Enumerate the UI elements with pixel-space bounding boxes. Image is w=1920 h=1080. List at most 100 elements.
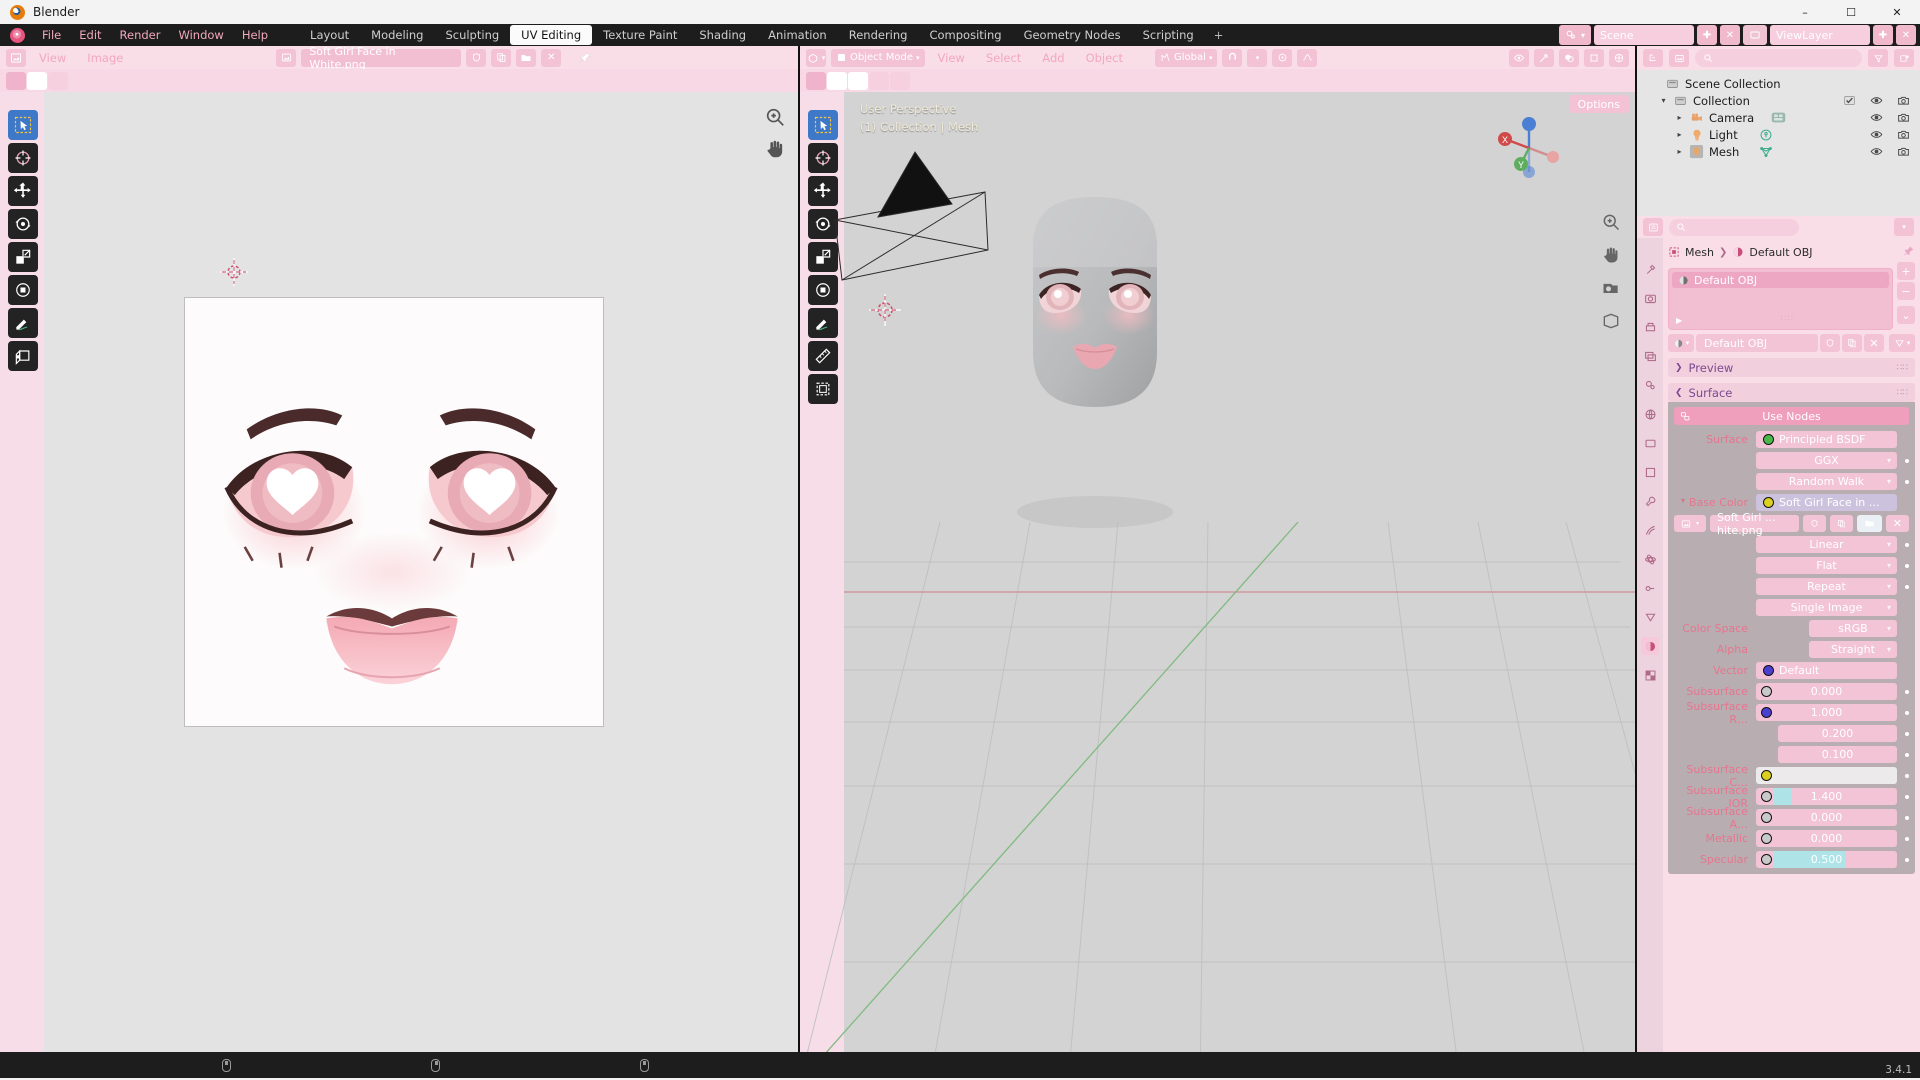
viewport-menu-select[interactable]: Select: [978, 51, 1029, 65]
outliner-row-collection[interactable]: ▾ Collection: [1637, 92, 1920, 109]
tab-data[interactable]: [1641, 608, 1659, 626]
image-name-field[interactable]: Soft Girl …hite.png: [1710, 511, 1799, 537]
workspace-tab-rendering[interactable]: Rendering: [838, 25, 919, 45]
eye-icon[interactable]: [1870, 145, 1883, 158]
grip-dots[interactable]: ∷∷: [1897, 388, 1908, 398]
extension-dropdown[interactable]: Repeat ▾: [1756, 578, 1897, 595]
uv-tool-cursor[interactable]: [8, 143, 38, 173]
slot-expand-arrow[interactable]: ▶: [1676, 316, 1682, 325]
subsurface-method-dropdown[interactable]: Random Walk ▾: [1756, 473, 1897, 490]
alpha-mode-dropdown[interactable]: Straight ▾: [1809, 641, 1897, 658]
subsurface-radius-x-field[interactable]: 1.000: [1756, 704, 1897, 721]
remove-viewlayer-button[interactable]: ✕: [1896, 25, 1916, 45]
snap-toggle-button[interactable]: [1222, 48, 1243, 67]
workspace-tab-geometry-nodes[interactable]: Geometry Nodes: [1013, 25, 1132, 45]
uv-editor-type-icon[interactable]: [6, 48, 26, 67]
distribution-dropdown[interactable]: GGX ▾: [1756, 452, 1897, 469]
face-select-button[interactable]: [848, 71, 868, 90]
show-gizmo-button[interactable]: [1534, 48, 1554, 67]
workspace-tab-texture-paint[interactable]: Texture Paint: [592, 25, 688, 45]
camera-data-icon[interactable]: [1771, 111, 1786, 125]
tab-particles[interactable]: [1641, 521, 1659, 539]
panel-surface-header[interactable]: ❮ Surface ∷∷: [1668, 383, 1915, 402]
edge-select-button[interactable]: [827, 71, 847, 90]
select-box-button[interactable]: [869, 71, 889, 90]
material-fake-user-button[interactable]: [1820, 334, 1840, 352]
interpolation-dropdown[interactable]: Linear ▾: [1756, 536, 1897, 553]
checkbox-icon[interactable]: [1843, 94, 1856, 107]
tab-collection[interactable]: [1641, 434, 1659, 452]
image-unlink-button[interactable]: ✕: [1885, 515, 1909, 532]
tab-constraints[interactable]: [1641, 579, 1659, 597]
new-scene-button[interactable]: ✚: [1697, 25, 1717, 45]
source-dropdown[interactable]: Single Image ▾: [1756, 599, 1897, 616]
tab-material[interactable]: [1641, 637, 1659, 655]
outliner-row-mesh[interactable]: ▸ Mesh: [1637, 143, 1920, 160]
menu-render[interactable]: Render: [111, 24, 170, 46]
overlays-button[interactable]: [1559, 48, 1579, 67]
outliner-row-scene-collection[interactable]: Scene Collection: [1637, 75, 1920, 92]
visibility-selectability-button[interactable]: [1509, 48, 1529, 67]
perspective-toggle-icon[interactable]: [1601, 311, 1621, 331]
outliner-row-light[interactable]: ▸ Light: [1637, 126, 1920, 143]
light-data-icon[interactable]: [1759, 128, 1774, 142]
outliner-editor-type-icon[interactable]: [1643, 49, 1663, 67]
add-workspace-button[interactable]: +: [1205, 28, 1233, 42]
material-preview-type-button[interactable]: ▾: [1889, 334, 1915, 352]
expander[interactable]: ▸: [1675, 130, 1684, 139]
uv-tool-tweak[interactable]: [8, 110, 38, 140]
tab-scene[interactable]: [1641, 376, 1659, 394]
breadcrumb-object[interactable]: Mesh: [1685, 246, 1714, 259]
uv-edge-select-button[interactable]: [27, 71, 47, 90]
material-unlink-button[interactable]: ✕: [1864, 334, 1884, 352]
uv-vertex-select-button[interactable]: [6, 71, 26, 90]
color-space-dropdown[interactable]: sRGB ▾: [1809, 620, 1897, 637]
tab-render[interactable]: [1641, 289, 1659, 307]
menu-edit[interactable]: Edit: [70, 24, 110, 46]
viewlayer-browse-button[interactable]: [1743, 25, 1767, 45]
properties-options-button[interactable]: ▾: [1894, 218, 1914, 236]
tab-modifiers[interactable]: [1641, 492, 1659, 510]
uv-menu-view[interactable]: View: [31, 51, 74, 65]
use-nodes-button[interactable]: Use Nodes: [1674, 407, 1909, 425]
viewport-menu-object[interactable]: Object: [1078, 51, 1131, 65]
object-mode-dropdown[interactable]: Object Mode ▾: [831, 48, 925, 67]
subsurface-radius-z-field[interactable]: 0.100: [1778, 746, 1897, 763]
grip-dots[interactable]: ∷∷: [1897, 363, 1908, 373]
menu-help[interactable]: Help: [233, 24, 277, 46]
xray-toggle-button[interactable]: [1584, 48, 1604, 67]
menu-file[interactable]: File: [33, 24, 70, 46]
camera-render-icon[interactable]: [1897, 94, 1910, 107]
pin-icon[interactable]: [579, 51, 592, 64]
viewport-editor-type-icon[interactable]: ▾: [806, 48, 826, 67]
projection-dropdown[interactable]: Flat ▾: [1756, 557, 1897, 574]
surface-shader-field[interactable]: Principled BSDF: [1756, 431, 1897, 448]
unlink-image-button[interactable]: ✕: [541, 48, 562, 67]
workspace-tab-sculpting[interactable]: Sculpting: [434, 25, 510, 45]
proportional-edit-button[interactable]: [1272, 48, 1293, 67]
snap-settings-dropdown[interactable]: ▾: [1247, 48, 1268, 67]
eye-icon[interactable]: [1870, 94, 1883, 107]
specular-slider[interactable]: 0.500: [1756, 851, 1897, 868]
uv-image-name-field[interactable]: Soft Girl Face in White.png: [301, 45, 462, 71]
unlink-scene-button[interactable]: ✕: [1720, 25, 1740, 45]
vector-field[interactable]: Default: [1756, 662, 1897, 679]
metallic-field[interactable]: 0.000: [1756, 830, 1897, 847]
uv-canvas[interactable]: [44, 92, 798, 1052]
viewport-select-mode-group[interactable]: [806, 71, 910, 90]
breadcrumb-material[interactable]: Default OBJ: [1749, 246, 1812, 259]
tab-tool[interactable]: [1641, 260, 1659, 278]
viewlayer-name-field[interactable]: ViewLayer: [1770, 25, 1870, 45]
chevron-down-icon[interactable]: ▾: [1681, 496, 1685, 509]
outliner-new-collection-button[interactable]: [1894, 49, 1914, 67]
uv-tool-scale[interactable]: [8, 242, 38, 272]
zoom-icon[interactable]: [1601, 212, 1621, 232]
subsurface-anisotropy-field[interactable]: 0.000: [1756, 809, 1897, 826]
camera-render-icon[interactable]: [1897, 128, 1910, 141]
uv-tool-grab[interactable]: [8, 341, 38, 371]
add-material-slot-button[interactable]: +: [1897, 262, 1915, 280]
uv-face-select-button[interactable]: [48, 71, 68, 90]
browse-material-button[interactable]: ▾: [1668, 334, 1694, 352]
tab-view-layer[interactable]: [1641, 347, 1659, 365]
camera-view-icon[interactable]: [1601, 278, 1621, 298]
